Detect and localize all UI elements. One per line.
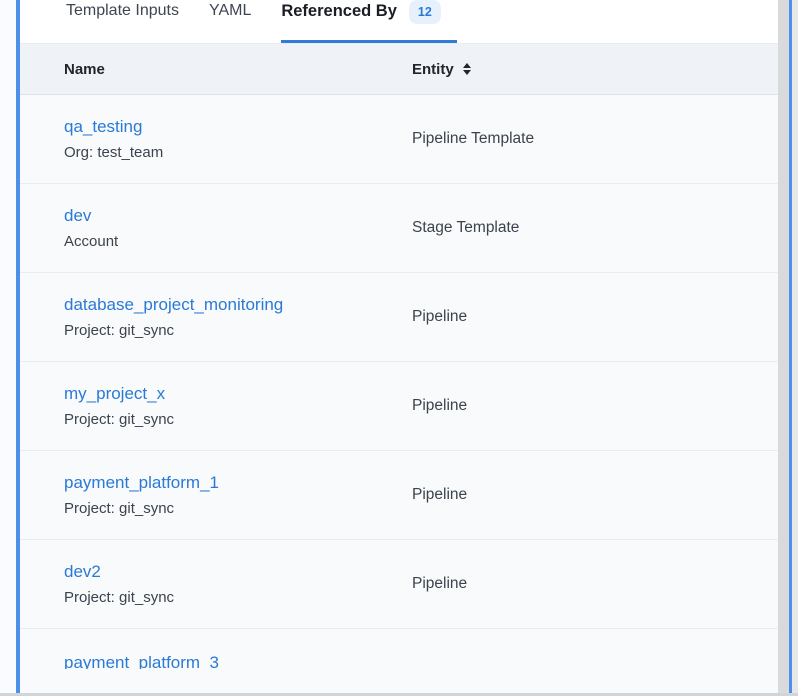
row-name-link[interactable]: payment_platform_1 [64,473,219,492]
sort-icon [463,63,471,75]
row-scope-label: Project: git_sync [64,322,412,339]
column-header-entity[interactable]: Entity [412,61,471,78]
tab-referenced-by[interactable]: Referenced By 12 [281,2,440,43]
row-name-cell: dev2 Project: git_sync [64,562,412,606]
row-name-link[interactable]: qa_testing [64,117,142,136]
table-row: dev Account Stage Template [20,184,789,273]
scrollbar-track[interactable] [778,0,789,696]
row-name-cell: payment_platform_3 [64,653,412,669]
row-name-cell: my_project_x Project: git_sync [64,384,412,428]
row-scope-label: Org: test_team [64,144,412,161]
row-name-wrap: database_project_monitoring [64,295,412,315]
table-row: payment_platform_3 [20,629,789,696]
table-row: dev2 Project: git_sync Pipeline [20,540,789,629]
row-name-link[interactable]: database_project_monitoring [64,295,283,314]
row-name-wrap: qa_testing [64,117,412,137]
row-name-cell: dev Account [64,206,412,250]
row-name-wrap: dev [64,206,412,226]
row-name-cell: payment_platform_1 Project: git_sync [64,473,412,517]
tab-label: Referenced By [281,2,397,21]
table-row: payment_platform_1 Project: git_sync Pip… [20,451,789,540]
row-scope-label: Project: git_sync [64,411,412,428]
row-scope-label: Account [64,233,412,250]
row-entity-label: Pipeline [412,397,789,415]
row-entity-label: Pipeline Template [412,130,789,148]
row-name-wrap: payment_platform_3 [64,653,412,669]
tab-yaml[interactable]: YAML [209,2,251,43]
row-name-cell: database_project_monitoring Project: git… [64,295,412,339]
referenced-by-count-badge: 12 [409,0,441,24]
column-header-entity-label: Entity [412,61,454,78]
tab-template-inputs[interactable]: Template Inputs [66,2,179,43]
table-row: my_project_x Project: git_sync Pipeline [20,362,789,451]
row-name-wrap: dev2 [64,562,412,582]
row-scope-label: Project: git_sync [64,500,412,517]
row-entity-label: Stage Template [412,219,789,237]
row-name-link[interactable]: payment_platform_3 [64,653,219,669]
referenced-by-drawer: Template Inputs YAML Referenced By 12 Name … [16,0,792,696]
page-background-left [0,0,16,696]
row-name-cell: qa_testing Org: test_team [64,117,412,161]
tab-label: YAML [209,2,251,20]
row-name-wrap: payment_platform_1 [64,473,412,493]
table-header-row: Name Entity [20,44,789,95]
column-header-name: Name [64,61,412,78]
row-entity-label: Pipeline [412,308,789,326]
table-body: qa_testing Org: test_team Pipeline Templ… [20,95,789,696]
row-name-link[interactable]: dev2 [64,562,101,581]
row-name-wrap: my_project_x [64,384,412,404]
row-scope-label: Project: git_sync [64,589,412,606]
row-name-link[interactable]: my_project_x [64,384,165,403]
row-entity-label: Pipeline [412,575,789,593]
table-row: database_project_monitoring Project: git… [20,273,789,362]
drawer-tab-bar: Template Inputs YAML Referenced By 12 [20,0,789,44]
table-row: qa_testing Org: test_team Pipeline Templ… [20,95,789,184]
row-name-link[interactable]: dev [64,206,91,225]
tab-label: Template Inputs [66,2,179,20]
row-entity-label: Pipeline [412,486,789,504]
